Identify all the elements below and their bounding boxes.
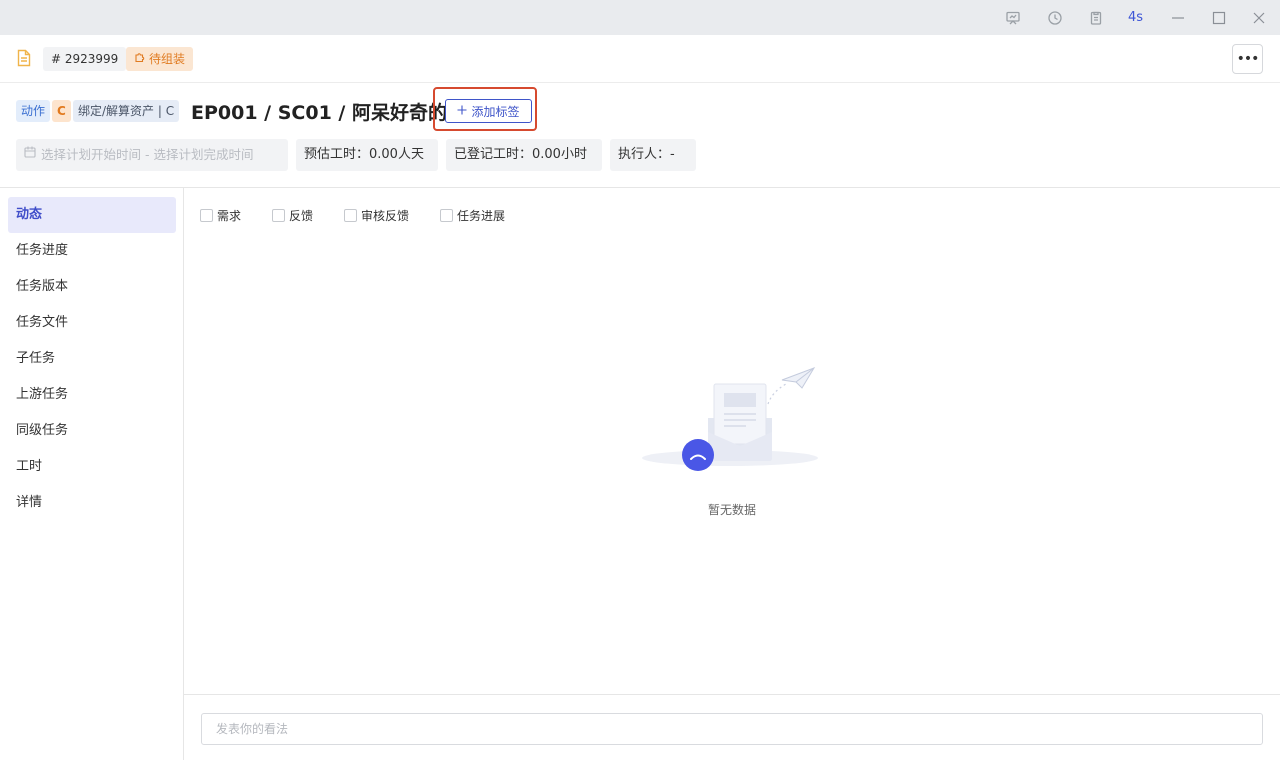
sidebar-item-versions[interactable]: 任务版本 — [8, 269, 176, 305]
divider — [0, 187, 1280, 188]
sidebar: 动态 任务进度 任务版本 任务文件 子任务 上游任务 同级任务 工时 详情 — [0, 188, 184, 760]
sidebar-item-subtasks[interactable]: 子任务 — [8, 341, 176, 377]
add-tag-button[interactable]: 添加标签 — [445, 99, 532, 123]
comment-bar — [184, 694, 1280, 760]
add-tag-label: 添加标签 — [471, 104, 520, 119]
filter-label: 任务进展 — [457, 209, 506, 223]
puzzle-icon — [134, 47, 146, 71]
maximize-icon[interactable] — [1208, 7, 1230, 29]
filter-label: 反馈 — [289, 209, 314, 223]
sidebar-item-progress[interactable]: 任务进度 — [8, 233, 176, 269]
checkbox[interactable] — [344, 209, 357, 222]
estimate-chip: 预估工时：0.00人天 — [296, 139, 438, 171]
filter-task-progress[interactable]: 任务进展 — [440, 207, 505, 224]
history-icon[interactable] — [1044, 7, 1066, 29]
more-icon: ••• — [1236, 51, 1260, 67]
category-tag: 绑定/解算资产 | C — [73, 100, 180, 122]
sidebar-item-files[interactable]: 任务文件 — [8, 305, 176, 341]
header-bar: # 2923999 待组装 ••• — [0, 35, 1280, 83]
assignee-chip[interactable]: 执行人：- — [610, 139, 696, 171]
checkbox[interactable] — [272, 209, 285, 222]
status-badge[interactable]: 待组装 — [126, 47, 194, 71]
title-bar: 4s — [0, 0, 1280, 35]
date-range-picker[interactable]: 选择计划开始时间 - 选择计划完成时间 — [16, 139, 288, 171]
filter-label: 审核反馈 — [361, 209, 410, 223]
task-id-chip: # 2923999 — [43, 47, 127, 71]
sidebar-item-details[interactable]: 详情 — [8, 485, 176, 521]
filter-label: 需求 — [217, 209, 242, 223]
page-title: EP001 / SC01 / 阿呆好奇的看 — [191, 102, 466, 124]
timer-label: 4s — [1128, 10, 1144, 25]
sidebar-item-activity[interactable]: 动态 — [8, 197, 176, 233]
close-icon[interactable] — [1248, 7, 1270, 29]
sidebar-item-worktime[interactable]: 工时 — [8, 449, 176, 485]
checkbox[interactable] — [200, 209, 213, 222]
presentation-icon[interactable] — [1002, 7, 1024, 29]
level-tag: C — [52, 100, 71, 122]
sidebar-item-sibling[interactable]: 同级任务 — [8, 413, 176, 449]
type-tag: 动作 — [16, 100, 51, 122]
empty-state-text: 暂无数据 — [707, 503, 756, 517]
plus-icon — [457, 104, 467, 118]
comment-input[interactable] — [201, 713, 1263, 745]
clipboard-icon[interactable] — [1085, 7, 1107, 29]
filter-requirement[interactable]: 需求 — [200, 207, 241, 224]
date-range-placeholder: 选择计划开始时间 - 选择计划完成时间 — [41, 147, 254, 162]
filter-feedback[interactable]: 反馈 — [272, 207, 313, 224]
sidebar-item-upstream[interactable]: 上游任务 — [8, 377, 176, 413]
document-icon — [16, 49, 32, 71]
checkbox[interactable] — [440, 209, 453, 222]
calendar-icon — [24, 139, 36, 171]
minimize-icon[interactable] — [1167, 7, 1189, 29]
logged-hours-chip: 已登记工时：0.00小时 — [446, 139, 602, 171]
filter-review-feedback[interactable]: 审核反馈 — [344, 207, 409, 224]
empty-state-illustration — [642, 367, 818, 471]
more-menu-button[interactable]: ••• — [1232, 44, 1263, 74]
status-label: 待组装 — [149, 52, 186, 66]
